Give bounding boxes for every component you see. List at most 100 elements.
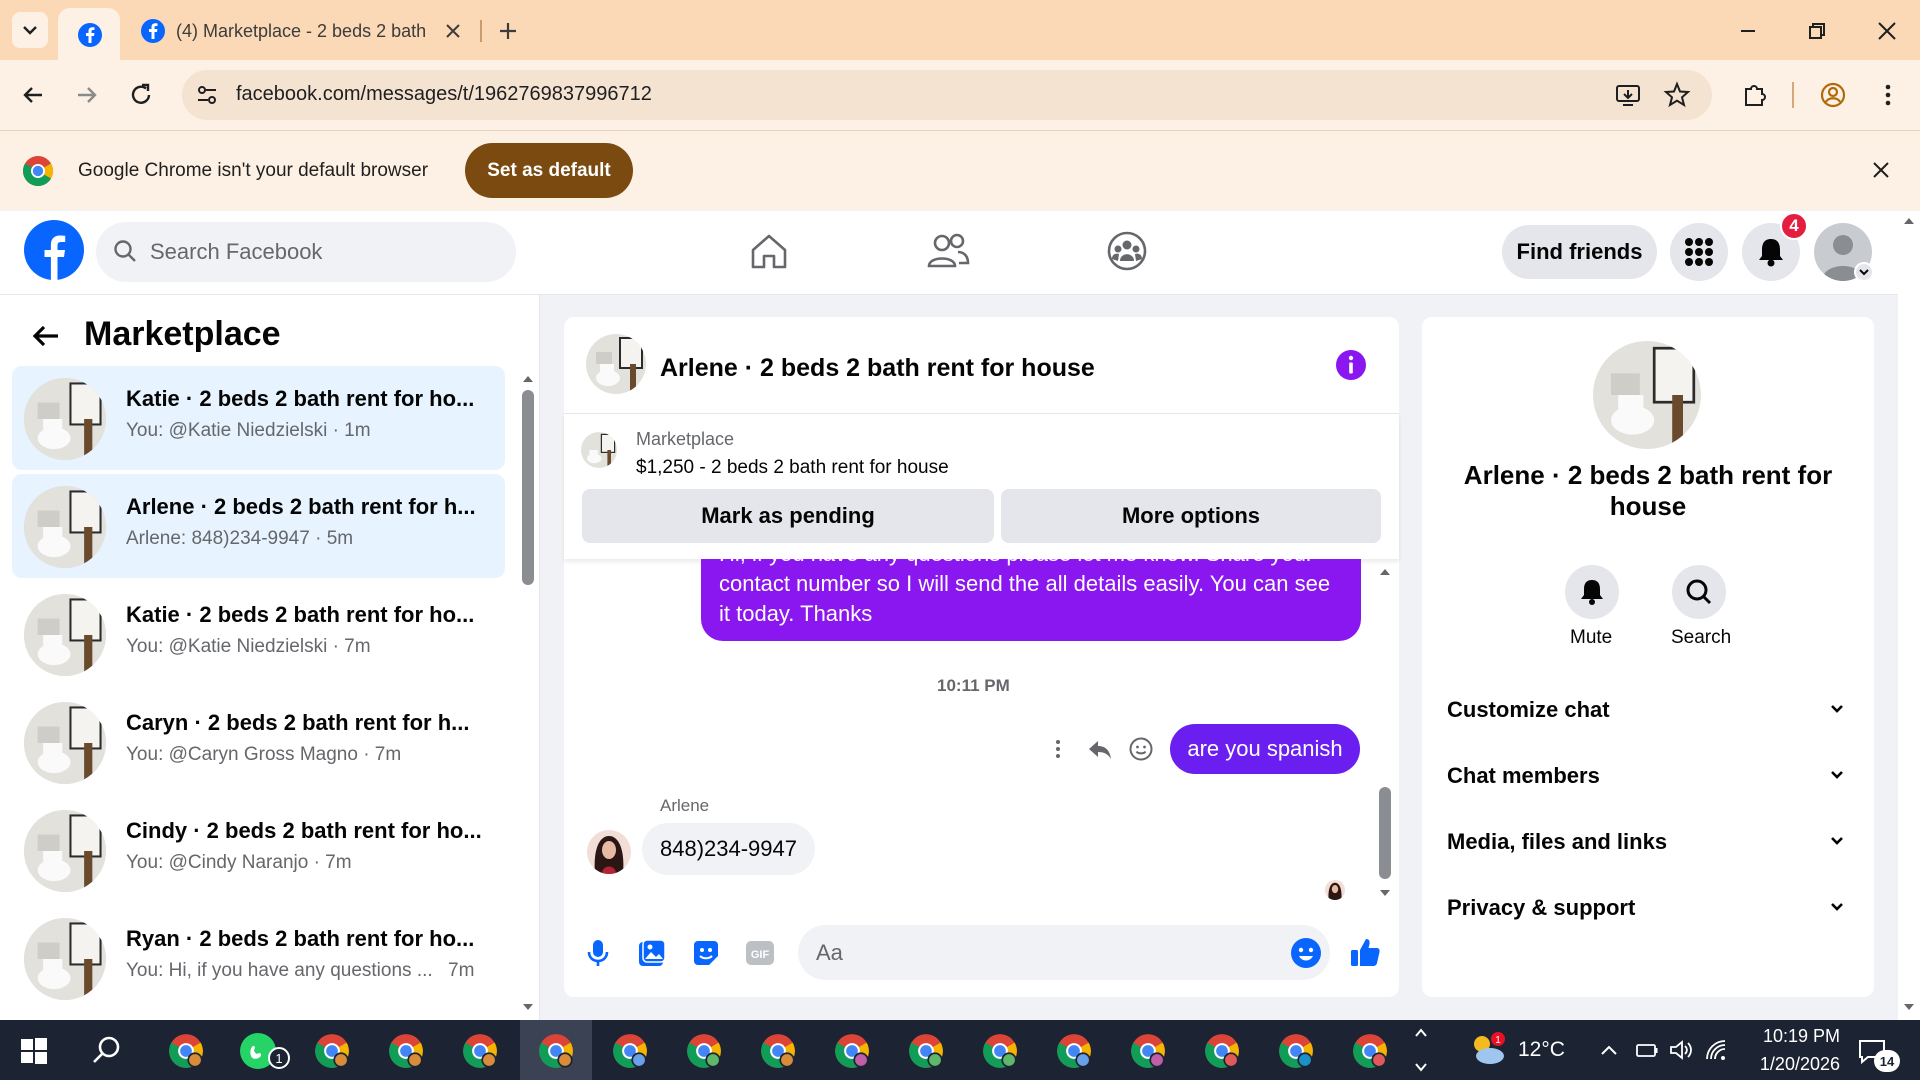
customize-chat-row[interactable]: Customize chat xyxy=(1447,697,1610,723)
photo-icon[interactable] xyxy=(636,937,668,969)
clock-time[interactable]: 10:19 PM xyxy=(1750,1026,1840,1047)
chrome-profile-taskbar-icon[interactable] xyxy=(982,1033,1018,1069)
groups-icon[interactable] xyxy=(1106,230,1148,272)
conversation-item[interactable]: Ryan · 2 beds 2 bath rent for ho... You: … xyxy=(12,906,505,1010)
chevron-down-icon[interactable] xyxy=(1826,764,1848,786)
facebook-logo-icon[interactable] xyxy=(24,220,84,280)
chrome-profile-taskbar-icon[interactable] xyxy=(314,1033,350,1069)
thread-scrollbar[interactable] xyxy=(1379,787,1391,879)
set-as-default-button[interactable]: Set as default xyxy=(465,143,633,198)
site-info-icon[interactable] xyxy=(194,82,220,108)
search-in-conversation-button[interactable] xyxy=(1672,565,1726,619)
chrome-profile-taskbar-icon[interactable] xyxy=(538,1033,574,1069)
url-text[interactable]: facebook.com/messages/t/1962769837996712 xyxy=(236,83,652,106)
clock-date[interactable]: 1/20/2026 xyxy=(1740,1054,1840,1075)
chrome-profile-taskbar-icon[interactable] xyxy=(686,1033,722,1069)
thread-scroll-down[interactable] xyxy=(1378,888,1392,900)
scroll-up-arrow-icon[interactable] xyxy=(1902,214,1916,226)
conversation-item[interactable]: Arlene · 2 beds 2 bath rent for h... Arle… xyxy=(12,474,505,578)
menu-button[interactable] xyxy=(1670,223,1728,281)
chrome-profile-taskbar-icon[interactable] xyxy=(1352,1033,1388,1069)
mute-button[interactable] xyxy=(1565,565,1619,619)
outgoing-message-bubble[interactable]: are you spanish xyxy=(1170,724,1360,774)
chrome-profile-taskbar-icon[interactable] xyxy=(908,1033,944,1069)
weather-cloud-icon[interactable]: 1 xyxy=(1468,1030,1508,1068)
emoji-icon[interactable] xyxy=(1290,937,1322,969)
sidebar-scroll-up[interactable] xyxy=(521,372,535,384)
chevron-down-icon[interactable] xyxy=(1826,896,1848,918)
close-tab-icon[interactable] xyxy=(442,20,464,42)
media-files-links-row[interactable]: Media, files and links xyxy=(1447,829,1667,855)
chrome-profile-taskbar-icon[interactable] xyxy=(1278,1033,1314,1069)
friends-icon[interactable] xyxy=(926,230,970,272)
incoming-message-bubble[interactable]: 848)234-9947 xyxy=(642,823,815,875)
windows-start-icon[interactable] xyxy=(20,1037,48,1065)
chevron-down-icon[interactable] xyxy=(1826,698,1848,720)
find-friends-button[interactable]: Find friends xyxy=(1502,225,1657,279)
volume-icon[interactable] xyxy=(1668,1038,1694,1062)
privacy-support-row[interactable]: Privacy & support xyxy=(1447,895,1635,921)
mark-as-pending-button[interactable]: Mark as pending xyxy=(582,489,994,543)
menu-kebab-icon[interactable] xyxy=(1873,80,1903,110)
extensions-icon[interactable] xyxy=(1740,80,1770,110)
chat-header-avatar[interactable] xyxy=(586,334,646,394)
conversation-item[interactable]: Cindy · 2 beds 2 bath rent for ho... You:… xyxy=(12,798,505,902)
sidebar-scroll-down[interactable] xyxy=(521,1002,535,1014)
more-options-button[interactable]: More options xyxy=(1001,489,1381,543)
reload-icon[interactable] xyxy=(126,80,156,110)
listing-title[interactable]: $1,250 - 2 beds 2 bath rent for house xyxy=(636,457,949,479)
chrome-profile-taskbar-icon[interactable] xyxy=(1056,1033,1092,1069)
conversation-item[interactable]: Caryn · 2 beds 2 bath rent for h... You: … xyxy=(12,690,505,794)
microphone-icon[interactable] xyxy=(582,937,614,969)
sticker-icon[interactable] xyxy=(690,937,722,969)
page-scrollbar-track[interactable] xyxy=(1898,211,1920,1020)
chrome-profile-taskbar-icon[interactable] xyxy=(462,1033,498,1069)
profile-icon[interactable] xyxy=(1818,80,1848,110)
chrome-profile-taskbar-icon[interactable] xyxy=(168,1033,204,1069)
message-input[interactable] xyxy=(798,925,1330,980)
sender-avatar[interactable] xyxy=(587,830,631,874)
close-window-icon[interactable] xyxy=(1873,17,1901,45)
info-icon[interactable] xyxy=(1335,349,1367,381)
gif-icon[interactable]: GIF xyxy=(744,938,776,968)
chrome-profile-taskbar-icon[interactable] xyxy=(760,1033,796,1069)
taskbar-search-icon[interactable] xyxy=(90,1034,124,1068)
minimize-icon[interactable] xyxy=(1735,18,1761,44)
react-emoji-icon[interactable] xyxy=(1128,736,1154,762)
chat-members-row[interactable]: Chat members xyxy=(1447,763,1600,789)
tab-pinned-facebook[interactable] xyxy=(58,8,120,60)
tab-search-button[interactable] xyxy=(12,12,48,48)
scroll-down-arrow-icon[interactable] xyxy=(1902,1002,1916,1014)
listing-thumbnail[interactable] xyxy=(581,432,617,468)
thread-scroll-up[interactable] xyxy=(1378,565,1392,577)
home-icon[interactable] xyxy=(748,230,790,272)
details-avatar[interactable] xyxy=(1593,341,1701,449)
sidebar-scrollbar[interactable] xyxy=(522,390,534,585)
chrome-profile-taskbar-icon[interactable] xyxy=(1130,1033,1166,1069)
close-infobar-icon[interactable] xyxy=(1868,157,1894,183)
back-icon[interactable] xyxy=(18,80,48,110)
like-thumbs-up-icon[interactable] xyxy=(1348,935,1382,969)
message-more-icon[interactable] xyxy=(1046,737,1070,761)
conversation-item[interactable]: Katie · 2 beds 2 bath rent for ho... You:… xyxy=(12,366,505,470)
chevron-down-icon[interactable] xyxy=(1826,830,1848,852)
show-hidden-icons-icon[interactable] xyxy=(1598,1040,1620,1060)
restore-icon[interactable] xyxy=(1804,18,1830,44)
chrome-profile-taskbar-icon[interactable] xyxy=(612,1033,648,1069)
back-arrow-icon[interactable] xyxy=(28,318,64,354)
weather-temperature[interactable]: 12°C xyxy=(1518,1038,1565,1062)
bookmark-star-icon[interactable] xyxy=(1663,81,1691,109)
chrome-profile-taskbar-icon[interactable] xyxy=(1204,1033,1240,1069)
conversation-item[interactable]: Katie · 2 beds 2 bath rent for ho... You:… xyxy=(12,582,505,686)
battery-icon[interactable] xyxy=(1634,1038,1660,1062)
install-app-icon[interactable] xyxy=(1614,81,1642,109)
reply-icon[interactable] xyxy=(1086,735,1114,763)
taskbar-overflow-arrows-icon[interactable] xyxy=(1414,1024,1428,1076)
account-chevron[interactable] xyxy=(1854,262,1874,282)
outgoing-message-bubble[interactable]: Hi, if you have any questions please let… xyxy=(701,559,1361,641)
new-tab-icon[interactable] xyxy=(495,18,521,44)
chrome-profile-taskbar-icon[interactable] xyxy=(834,1033,870,1069)
wifi-icon[interactable] xyxy=(1704,1038,1730,1062)
forward-icon[interactable] xyxy=(72,80,102,110)
chrome-profile-taskbar-icon[interactable] xyxy=(388,1033,424,1069)
